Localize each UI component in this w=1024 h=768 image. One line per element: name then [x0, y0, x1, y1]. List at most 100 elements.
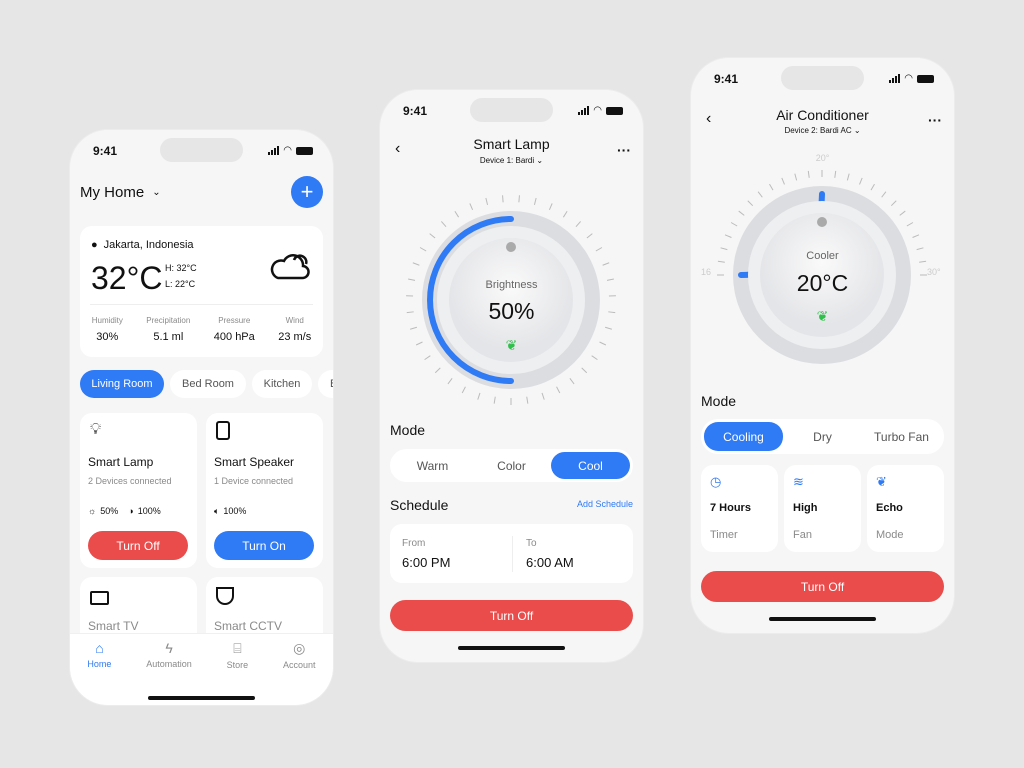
contrast-icon: ◑ [128, 506, 134, 516]
dial-value: 20°C [796, 270, 849, 296]
dial-tick [730, 222, 738, 227]
nav-label: Home [87, 659, 112, 669]
device-card-smart-lamp[interactable]: 💡︎ Smart Lamp 2 Devices connected ☼ 50% ◑ 1… [80, 413, 197, 568]
leaf-icon: ❦ [816, 308, 829, 324]
mode-dry[interactable]: Dry [783, 422, 862, 451]
status-icons: ◠ [268, 145, 313, 156]
dial-value: 50% [488, 298, 535, 324]
page-title: Air Conditioner [776, 107, 869, 123]
room-tab-kitchen[interactable]: Kitchen [252, 370, 312, 398]
device-selector[interactable]: Device 1: Bardi ⌄ [380, 156, 643, 165]
turn-off-button[interactable]: Turn Off [390, 600, 633, 631]
dial-tick [419, 247, 427, 252]
mode-turbo-fan[interactable]: Turbo Fan [862, 422, 941, 451]
scale-mid-label: 20° [815, 153, 830, 163]
device-selector[interactable]: Device 2: Bardi AC ⌄ [691, 126, 954, 135]
to-time: 6:00 AM [526, 555, 574, 570]
dial-tick [738, 210, 745, 216]
dial-tick [881, 191, 887, 198]
dial-label: Cooler [806, 250, 839, 262]
cctv-icon [216, 587, 234, 605]
weather-stats: Humidity 30% Precipitation 5.1 ml Pressure… [80, 316, 323, 343]
home-indicator [458, 646, 565, 650]
mode-color[interactable]: Color [472, 452, 551, 479]
dial-tick [440, 221, 447, 227]
dial-tick [424, 355, 431, 361]
mode-warm[interactable]: Warm [393, 452, 472, 479]
dial-tick [912, 234, 920, 238]
dial-tick [724, 234, 732, 238]
pressure-value: 400 hPa [213, 331, 255, 343]
home-screen: 9:41 ◠ My Home ⌄ + ● Jakarta, Indonesia 32… [70, 130, 333, 705]
dial-tick [899, 210, 906, 216]
dial-tick [575, 221, 582, 227]
mode-cool[interactable]: Cool [551, 452, 630, 479]
room-tab-bed-room[interactable]: Bed Room [170, 370, 246, 398]
humidity-value: 30% [96, 331, 119, 343]
nav-label: Automation [146, 659, 192, 669]
fan-card[interactable]: ≋ High Fan [784, 465, 861, 552]
wind-icon: ≋ [793, 474, 804, 489]
fan-value: High [793, 502, 818, 514]
lightning-icon: ϟ [165, 640, 173, 656]
dial-tick [562, 210, 568, 218]
dial-tick [469, 203, 474, 211]
schedule-card[interactable]: From 6:00 PM To 6:00 AM [390, 524, 633, 583]
dial-indicator [817, 217, 827, 227]
turn-on-button[interactable]: Turn On [214, 531, 314, 560]
nav-account[interactable]: ◎ Account [283, 640, 316, 705]
dial-tick [595, 247, 603, 252]
home-indicator [769, 617, 876, 621]
dial-tick [586, 233, 593, 239]
dial-tick [591, 355, 598, 361]
dial-tick [548, 203, 553, 211]
dial-tick [447, 378, 453, 385]
timer-card[interactable]: ◷ 7 Hours Timer [701, 465, 778, 552]
weather-low: L: 22°C [165, 279, 196, 289]
dial-tick [493, 396, 496, 404]
wind-label: Wind [285, 316, 304, 325]
home-selector[interactable]: My Home ⌄ [80, 184, 161, 201]
home-indicator [148, 696, 255, 700]
chevron-down-icon: ⌄ [152, 187, 161, 198]
device-card-smart-speaker[interactable]: Smart Speaker 1 Device connected 🔈︎ 100% … [206, 413, 323, 568]
room-tab-more[interactable]: B [318, 370, 333, 398]
air-conditioner-screen: 9:41 ◠ ‹ ··· Air Conditioner Device 2: B… [691, 58, 954, 633]
schedule-title: Schedule [390, 497, 449, 513]
nav-label: Store [226, 660, 249, 670]
page-title: Smart Lamp [473, 136, 550, 152]
turn-off-button[interactable]: Turn Off [88, 531, 188, 560]
dial-tick [569, 378, 575, 385]
smart-lamp-screen: 9:41 ◠ ‹ ··· Smart Lamp Device 1: Bardi … [380, 90, 643, 662]
room-tab-living-room[interactable]: Living Room [80, 370, 164, 398]
dial-tick [434, 367, 441, 374]
bulb-icon: 💡︎ [90, 421, 102, 438]
device-name: Device 2: Bardi AC [784, 126, 852, 135]
nav-home[interactable]: ⌂ Home [87, 640, 111, 705]
wind-value: 23 m/s [278, 331, 312, 343]
brightness-value: 50% [100, 506, 119, 516]
dial-tick [412, 262, 420, 266]
dial-tick [906, 222, 914, 227]
device-name: Smart Speaker [214, 455, 295, 469]
weather-card: ● Jakarta, Indonesia 32°C H: 32°C L: 22°C… [80, 226, 323, 357]
wifi-icon: ◠ [904, 73, 913, 84]
eco-mode-card[interactable]: ❦ Echo Mode [867, 465, 944, 552]
chevron-down-icon: ⌄ [853, 126, 861, 135]
timer-value: 7 Hours [710, 502, 751, 514]
speaker-icon [216, 421, 230, 440]
mode-cooling[interactable]: Cooling [704, 422, 783, 451]
dial-tick [485, 197, 489, 205]
device-name: Smart CCTV [214, 619, 283, 633]
weather-location: Jakarta, Indonesia [103, 239, 194, 251]
mode-segmented-control: Warm Color Cool [390, 449, 633, 482]
add-button[interactable]: + [291, 176, 323, 208]
volume-value: 100% [223, 506, 247, 516]
turn-off-button[interactable]: Turn Off [701, 571, 944, 602]
add-schedule-link[interactable]: Add Schedule [577, 499, 633, 509]
status-time: 9:41 [403, 104, 428, 118]
dial-tick [859, 177, 863, 185]
chevron-down-icon: ⌄ [536, 156, 544, 165]
home-title: My Home [80, 184, 145, 201]
status-icons: ◠ [578, 105, 623, 116]
